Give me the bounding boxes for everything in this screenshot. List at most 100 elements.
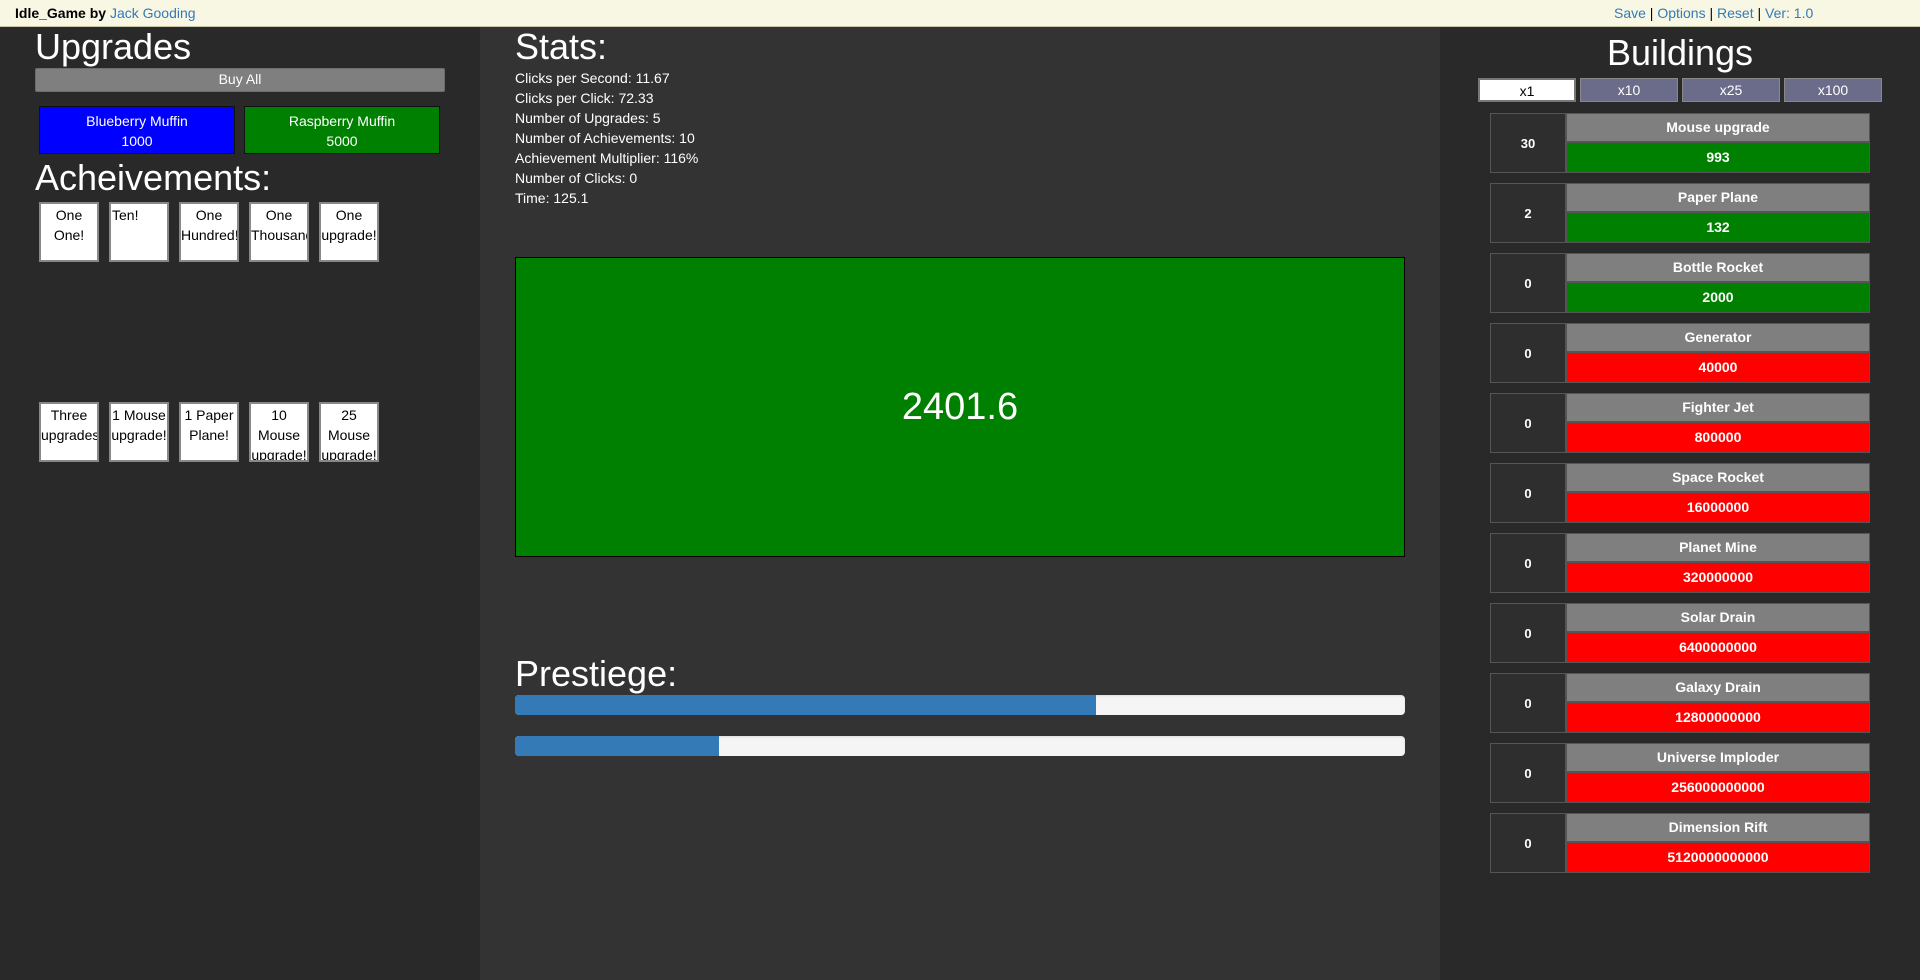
game-name: Idle_Game bbox=[15, 5, 86, 21]
link-separator: | bbox=[1753, 5, 1766, 21]
building-count: 30 bbox=[1490, 113, 1566, 173]
upgrades-panel: Upgrades Buy All Blueberry Muffin 1000 R… bbox=[0, 27, 480, 980]
building-cost[interactable]: 40000 bbox=[1566, 352, 1870, 383]
building-cost[interactable]: 5120000000000 bbox=[1566, 842, 1870, 873]
achievement-10-mouse-upgrade: 10 Mouse upgrade! bbox=[249, 402, 309, 462]
building-dimension-rift: 0 Dimension Rift 5120000000000 bbox=[1490, 813, 1870, 873]
achievement-text: Mouse bbox=[327, 427, 371, 443]
building-bottle-rocket: 0 Bottle Rocket 2000 bbox=[1490, 253, 1870, 313]
buildings-heading: Buildings bbox=[1606, 32, 1754, 73]
building-mouse-upgrade: 30 Mouse upgrade 993 bbox=[1490, 113, 1870, 173]
options-link[interactable]: Options bbox=[1657, 5, 1705, 21]
achievements-heading: Acheivements: bbox=[35, 157, 272, 198]
achievement-one-upgrade: One upgrade! bbox=[319, 202, 379, 262]
achievement-text: upgrade! bbox=[321, 447, 377, 462]
buy-all-button[interactable]: Buy All bbox=[35, 68, 445, 92]
building-name[interactable]: Mouse upgrade bbox=[1566, 113, 1870, 142]
achievement-text: 1 Paper bbox=[184, 407, 234, 423]
stat-number-of-upgrades: Number of Upgrades: 5 bbox=[515, 110, 661, 126]
building-cost[interactable]: 320000000 bbox=[1566, 562, 1870, 593]
building-count: 0 bbox=[1490, 673, 1566, 733]
building-count: 0 bbox=[1490, 813, 1566, 873]
building-generator: 0 Generator 40000 bbox=[1490, 323, 1870, 383]
achievement-text: upgrades bbox=[41, 427, 99, 443]
building-cost[interactable]: 16000000 bbox=[1566, 492, 1870, 523]
building-cost[interactable]: 6400000000 bbox=[1566, 632, 1870, 663]
building-galaxy-drain: 0 Galaxy Drain 12800000000 bbox=[1490, 673, 1870, 733]
building-cost[interactable]: 2000 bbox=[1566, 282, 1870, 313]
achievement-text: One bbox=[55, 207, 83, 223]
game-title: Idle_Game by Jack Gooding bbox=[15, 0, 196, 27]
achievement-1-mouse-upgrade: 1 Mouse upgrade! bbox=[109, 402, 169, 462]
building-cost[interactable]: 800000 bbox=[1566, 422, 1870, 453]
building-name[interactable]: Planet Mine bbox=[1566, 533, 1870, 562]
upgrade-name: Blueberry Muffin bbox=[86, 113, 188, 129]
link-separator: | bbox=[1705, 5, 1718, 21]
multiplier-x10-button[interactable]: x10 bbox=[1580, 78, 1678, 102]
achievement-text: Hundred! bbox=[181, 227, 239, 243]
building-cost[interactable]: 12800000000 bbox=[1566, 702, 1870, 733]
save-link[interactable]: Save bbox=[1614, 5, 1646, 21]
achievement-text: Thousand bbox=[251, 227, 309, 243]
achievement-one-hundred: One Hundred! bbox=[179, 202, 239, 262]
achievement-one-thousand: One Thousand bbox=[249, 202, 309, 262]
building-name[interactable]: Galaxy Drain bbox=[1566, 673, 1870, 702]
upgrade-cost: 5000 bbox=[326, 133, 358, 149]
building-universe-imploder: 0 Universe Imploder 256000000000 bbox=[1490, 743, 1870, 803]
achievement-text: 1 Mouse bbox=[112, 407, 166, 423]
stat-clicks-per-second: Clicks per Second: 11.67 bbox=[515, 70, 670, 86]
upgrade-cost: 1000 bbox=[121, 133, 153, 149]
building-name[interactable]: Dimension Rift bbox=[1566, 813, 1870, 842]
building-space-rocket: 0 Space Rocket 16000000 bbox=[1490, 463, 1870, 523]
building-cost[interactable]: 132 bbox=[1566, 212, 1870, 243]
building-count: 2 bbox=[1490, 183, 1566, 243]
building-count: 0 bbox=[1490, 393, 1566, 453]
top-links: Save | Options | Reset | Ver: 1.0 bbox=[1614, 0, 1813, 27]
stat-achievement-multiplier: Achievement Multiplier: 116% bbox=[515, 150, 699, 166]
achievement-text: Plane! bbox=[189, 427, 229, 443]
achievement-text: 10 bbox=[271, 407, 287, 423]
building-solar-drain: 0 Solar Drain 6400000000 bbox=[1490, 603, 1870, 663]
link-separator: | bbox=[1645, 5, 1658, 21]
author-link[interactable]: Jack Gooding bbox=[110, 5, 196, 21]
multiplier-x1-button[interactable]: x1 bbox=[1478, 78, 1576, 102]
building-name[interactable]: Bottle Rocket bbox=[1566, 253, 1870, 282]
version-link[interactable]: Ver: 1.0 bbox=[1765, 5, 1813, 21]
achievement-one-one: One One! bbox=[39, 202, 99, 262]
achievement-text: One bbox=[265, 207, 293, 223]
building-name[interactable]: Generator bbox=[1566, 323, 1870, 352]
building-paper-plane: 2 Paper Plane 132 bbox=[1490, 183, 1870, 243]
click-button[interactable]: 2401.6 bbox=[515, 257, 1405, 557]
achievement-text: upgrade! bbox=[251, 447, 307, 462]
building-cost[interactable]: 256000000000 bbox=[1566, 772, 1870, 803]
building-name[interactable]: Paper Plane bbox=[1566, 183, 1870, 212]
achievement-text: upgrade! bbox=[111, 427, 167, 443]
multiplier-x100-button[interactable]: x100 bbox=[1784, 78, 1882, 102]
buildings-panel: Buildings x1 x10 x25 x100 30 Mouse upgra… bbox=[1440, 27, 1920, 980]
building-count: 0 bbox=[1490, 533, 1566, 593]
multiplier-x25-button[interactable]: x25 bbox=[1682, 78, 1780, 102]
upgrade-name: Raspberry Muffin bbox=[288, 113, 396, 129]
building-count: 0 bbox=[1490, 253, 1566, 313]
upgrade-raspberry-muffin[interactable]: Raspberry Muffin 5000 bbox=[244, 106, 440, 154]
prestige-progress-bar bbox=[515, 695, 1405, 715]
achievement-text: One bbox=[335, 207, 363, 223]
achievement-text: 25 bbox=[341, 407, 357, 423]
building-name[interactable]: Solar Drain bbox=[1566, 603, 1870, 632]
building-cost[interactable]: 993 bbox=[1566, 142, 1870, 173]
building-name[interactable]: Fighter Jet bbox=[1566, 393, 1870, 422]
achievement-25-mouse-upgrade: 25 Mouse upgrade! bbox=[319, 402, 379, 462]
building-count: 0 bbox=[1490, 603, 1566, 663]
achievement-three-upgrades: Three upgrades bbox=[39, 402, 99, 462]
achievement-text: upgrade! bbox=[321, 227, 377, 243]
stat-clicks-per-click: Clicks per Click: 72.33 bbox=[515, 90, 654, 106]
building-planet-mine: 0 Planet Mine 320000000 bbox=[1490, 533, 1870, 593]
stat-number-of-clicks: Number of Clicks: 0 bbox=[515, 170, 638, 186]
building-name[interactable]: Space Rocket bbox=[1566, 463, 1870, 492]
building-name[interactable]: Universe Imploder bbox=[1566, 743, 1870, 772]
stats-list: Clicks per Second: 11.67 Clicks per Clic… bbox=[515, 68, 698, 208]
reset-link[interactable]: Reset bbox=[1717, 5, 1754, 21]
upgrade-blueberry-muffin[interactable]: Blueberry Muffin 1000 bbox=[39, 106, 235, 154]
building-count: 0 bbox=[1490, 463, 1566, 523]
achievement-text: Ten! bbox=[112, 207, 139, 223]
